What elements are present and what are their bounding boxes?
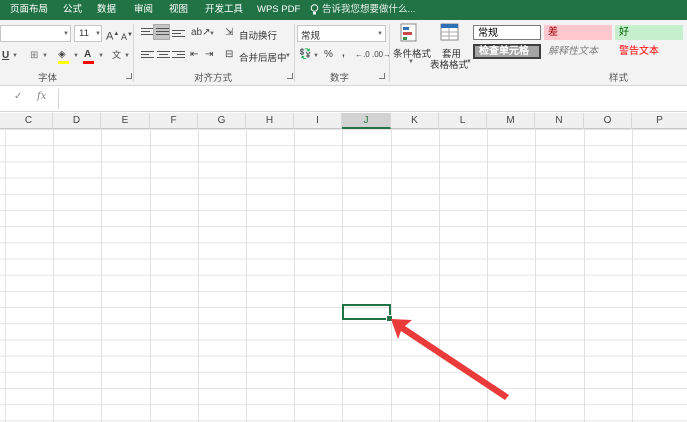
style-explanatory[interactable]: 解释性文本	[544, 44, 612, 59]
dialog-launcher-icon[interactable]	[379, 73, 385, 79]
increase-indent-icon[interactable]: ⇥	[205, 48, 213, 62]
group-separator	[133, 24, 134, 82]
number-format-box[interactable]: 常规	[297, 25, 386, 42]
accounting-format-icon[interactable]: 💱	[299, 48, 311, 62]
conditional-format-icon[interactable]	[400, 23, 420, 43]
font-color-icon[interactable]: A	[84, 48, 91, 62]
decrease-indent-icon[interactable]: ⇤	[190, 48, 198, 62]
tab-formulas[interactable]: 公式	[63, 0, 82, 20]
increase-decimal-icon[interactable]: ←.0	[355, 48, 370, 62]
style-bad[interactable]: 差	[544, 25, 612, 40]
chevron-down-icon[interactable]: ▼	[285, 53, 291, 59]
chevron-down-icon[interactable]: ▼	[124, 53, 130, 59]
fill-color-icon[interactable]: ◈	[58, 48, 66, 62]
chevron-down-icon[interactable]: ▼	[466, 59, 472, 65]
ribbon-tab-bar: 页面布局 公式 数据 审阅 视图 开发工具 WPS PDF 告诉我您想要做什么.…	[0, 0, 687, 20]
column-header-e[interactable]: E	[101, 113, 150, 129]
column-header-l[interactable]: L	[439, 113, 487, 129]
percent-style-button[interactable]: %	[324, 48, 333, 62]
phonetic-icon[interactable]: 文	[112, 48, 121, 62]
group-separator	[389, 24, 390, 82]
chevron-down-icon[interactable]: ▼	[95, 31, 101, 37]
column-header-f[interactable]: F	[150, 113, 198, 129]
tab-wps-pdf[interactable]: WPS PDF	[257, 0, 300, 20]
comma-style-button[interactable]: ,	[342, 47, 345, 61]
style-check-cell[interactable]: 检查单元格	[473, 44, 541, 59]
align-right-icon[interactable]	[172, 51, 185, 61]
orientation-icon[interactable]: ab↗	[191, 26, 211, 40]
column-headers: C D E F G H I J K L M N O P	[0, 113, 687, 129]
font-group-label: 字体	[38, 73, 58, 84]
chevron-down-icon[interactable]: ▼	[209, 31, 215, 37]
table-format-icon[interactable]	[440, 23, 460, 43]
column-header-j[interactable]: J	[342, 113, 391, 129]
table-format-label-2[interactable]: 表格格式	[430, 57, 468, 71]
tab-review[interactable]: 审阅	[134, 0, 153, 20]
underline-icon[interactable]: U	[2, 49, 9, 63]
font-name-box[interactable]	[0, 25, 71, 42]
alignment-group-label: 对齐方式	[194, 73, 233, 84]
dialog-launcher-icon[interactable]	[287, 73, 293, 79]
font-size-value: 11	[79, 28, 89, 39]
align-middle-icon	[156, 28, 169, 38]
conditional-format-button[interactable]: 条件格式	[393, 46, 431, 60]
column-header-k[interactable]: K	[391, 113, 439, 129]
fill-color-swatch	[58, 61, 69, 64]
number-group-label: 数字	[330, 73, 350, 84]
column-header-d[interactable]: D	[53, 113, 101, 129]
style-normal[interactable]: 常规	[473, 25, 541, 40]
ribbon: ▼ 11 ▼ A▲ A▼ U ▼ ⊞ ▼ ◈ ▼ A ▼ 文 ▼ 字体 ab↗ …	[0, 20, 687, 86]
chevron-down-icon[interactable]: ▼	[313, 53, 319, 59]
formula-input[interactable]	[58, 89, 687, 109]
chevron-down-icon[interactable]: ▼	[98, 53, 104, 59]
align-center-icon[interactable]	[157, 51, 170, 61]
chevron-down-icon[interactable]: ▼	[408, 59, 414, 65]
column-header-p[interactable]: P	[632, 113, 687, 129]
insert-function-icon[interactable]: fx	[37, 91, 46, 102]
tab-developer[interactable]: 开发工具	[205, 0, 243, 20]
column-header-h[interactable]: H	[246, 113, 294, 129]
wrap-text-button[interactable]: 自动换行	[239, 28, 277, 42]
group-separator	[294, 24, 295, 82]
lightbulb-icon	[310, 4, 319, 15]
style-warning[interactable]: 警告文本	[615, 44, 683, 59]
align-left-icon[interactable]	[141, 51, 154, 61]
wrap-text-icon[interactable]: ⇲	[225, 26, 233, 40]
styles-group-label: 样式	[609, 73, 629, 84]
border-icon[interactable]: ⊞	[30, 49, 38, 63]
column-header-c[interactable]: C	[5, 113, 53, 129]
number-format-value: 常规	[301, 31, 321, 42]
merge-center-icon[interactable]: ⊟	[225, 48, 233, 62]
column-header-n[interactable]: N	[535, 113, 584, 129]
cancel-icon[interactable]: ✓	[14, 91, 22, 102]
align-middle-button[interactable]	[153, 24, 170, 40]
tell-me-search[interactable]: 告诉我您想要做什么...	[322, 0, 415, 20]
chevron-down-icon[interactable]: ▼	[42, 53, 48, 59]
tab-view[interactable]: 视图	[169, 0, 188, 20]
tab-data[interactable]: 数据	[97, 0, 116, 20]
formula-bar: ✓ fx	[0, 86, 687, 112]
decrease-font-icon[interactable]: A▼	[121, 28, 133, 44]
chevron-down-icon[interactable]: ▼	[12, 53, 18, 59]
increase-font-icon[interactable]: A▲	[106, 27, 119, 44]
tab-page-layout[interactable]: 页面布局	[10, 0, 48, 20]
chevron-down-icon[interactable]: ▼	[73, 53, 79, 59]
column-header-o[interactable]: O	[584, 113, 632, 129]
chevron-down-icon[interactable]: ▼	[377, 31, 383, 37]
column-header-m[interactable]: M	[487, 113, 535, 129]
align-bottom-icon[interactable]	[172, 30, 185, 40]
column-header-i[interactable]: I	[294, 113, 342, 129]
column-header-g[interactable]: G	[198, 113, 246, 129]
font-color-swatch	[83, 61, 94, 64]
annotation-arrow	[391, 319, 509, 400]
cell-grid[interactable]	[0, 129, 687, 422]
merge-center-button[interactable]: 合并后居中	[239, 50, 287, 64]
style-good[interactable]: 好	[615, 25, 683, 40]
dialog-launcher-icon[interactable]	[126, 73, 132, 79]
chevron-down-icon[interactable]: ▼	[63, 31, 69, 37]
